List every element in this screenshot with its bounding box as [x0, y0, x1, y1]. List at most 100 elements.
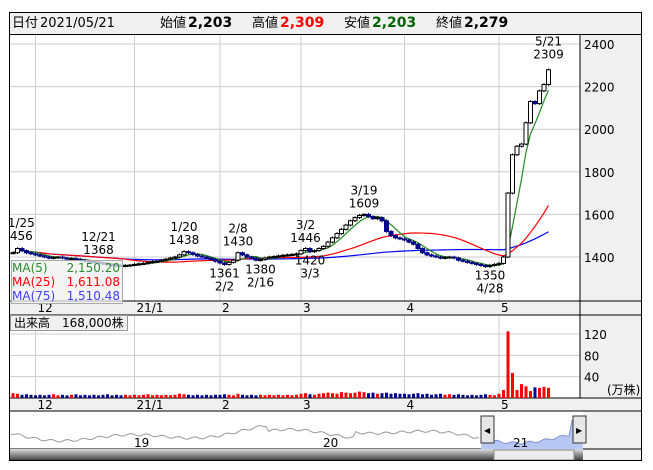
candle	[276, 255, 281, 258]
volume-bar	[124, 394, 127, 398]
legend-ma5-value: 2,150.20	[66, 261, 120, 275]
navigator-year-label: 19	[134, 436, 149, 450]
candle	[127, 264, 133, 267]
candle	[37, 254, 43, 257]
candle	[303, 247, 308, 252]
candle	[357, 214, 362, 219]
candle	[163, 258, 169, 261]
candle	[123, 265, 128, 268]
candle	[195, 253, 200, 257]
candle	[150, 261, 155, 264]
annotation-label: 3/3	[300, 267, 319, 281]
volume-bar	[515, 390, 519, 398]
volume-bar	[119, 395, 123, 398]
volume-bar	[227, 394, 231, 398]
volume-bar	[524, 386, 528, 398]
candle	[447, 256, 452, 259]
volume-bar	[61, 394, 64, 398]
candle	[172, 256, 178, 259]
candle	[523, 122, 529, 145]
legend-ma5: MA(5) 2,150.20	[12, 261, 122, 275]
ma-legend: MA(5) 2,150.20 MA(25) 1,611.08 MA(75) 1,510…	[11, 260, 123, 304]
price-tick-label: 1400	[584, 251, 615, 265]
volume-bar	[466, 395, 469, 398]
volume-bar	[259, 394, 262, 398]
volume-bar	[209, 395, 213, 398]
navigator-selected-area	[481, 417, 583, 449]
candle	[361, 213, 367, 216]
volume-bar	[115, 394, 118, 398]
candle	[420, 247, 425, 254]
candle	[217, 260, 223, 264]
volume-bar	[250, 394, 253, 398]
scrollbar-thumb[interactable]	[493, 449, 575, 460]
volume-bar	[394, 393, 397, 398]
volume-bar	[502, 390, 505, 398]
candle	[55, 256, 61, 259]
price-tick-label: 2000	[584, 123, 615, 137]
candle	[469, 261, 475, 264]
candle	[514, 145, 520, 156]
navigator-side-bg	[583, 411, 641, 460]
price-volume-chart[interactable]: 2400220020001800160014001208040(万株)12122…	[10, 13, 641, 460]
candle	[388, 230, 394, 237]
candle	[19, 247, 25, 252]
volume-bar	[178, 393, 181, 398]
candle	[240, 252, 245, 256]
volume-bar	[317, 393, 321, 398]
annotation-label: 1456	[10, 229, 33, 243]
volume-bar	[407, 394, 411, 398]
candle	[186, 251, 191, 254]
candle	[28, 252, 34, 255]
volume-bar	[173, 394, 177, 398]
candle	[168, 257, 173, 260]
volume-bar	[236, 393, 240, 398]
candle	[411, 241, 416, 245]
volume-tick-label: 40	[584, 371, 599, 385]
volume-bar	[223, 394, 226, 398]
volume-bar	[110, 395, 114, 398]
volume-bar	[488, 394, 492, 398]
volume-bar	[146, 394, 150, 398]
candle	[532, 101, 538, 105]
annotation-label: 1430	[223, 235, 254, 249]
volume-tick-label: 120	[584, 328, 607, 342]
candle	[231, 259, 236, 263]
volume-bar	[47, 394, 51, 398]
price-tick-label: 1800	[584, 166, 615, 180]
candle	[424, 252, 430, 256]
annotation-label: 12/21	[81, 230, 116, 244]
volume-bar	[367, 393, 370, 398]
candle	[456, 257, 461, 261]
price-tick-label: 1600	[584, 208, 615, 222]
candle	[528, 101, 533, 124]
candle	[546, 69, 551, 85]
navigator-year-label: 21	[513, 436, 528, 450]
volume-bar	[380, 393, 384, 398]
volume-bar	[506, 331, 510, 398]
month-label: 3	[303, 398, 311, 412]
volume-tick-label: 80	[584, 349, 599, 363]
candle	[325, 241, 331, 247]
volume-bar	[191, 395, 195, 398]
candle	[190, 252, 196, 255]
volume-bar	[11, 393, 15, 398]
volume-bar	[511, 372, 514, 398]
legend-ma75-value: 1,510.48	[66, 289, 120, 303]
annotation-label: 11/25	[10, 216, 35, 230]
legend-ma25-label: MA(25)	[12, 275, 56, 289]
navigator-year-label: 20	[323, 436, 338, 450]
volume-bar	[263, 395, 267, 398]
volume-bar	[443, 394, 447, 398]
volume-bar	[290, 395, 294, 398]
annotation-label: 1446	[290, 231, 321, 245]
volume-bar	[322, 393, 325, 398]
volume-bar	[106, 394, 109, 398]
volume-bar	[448, 394, 451, 398]
volume-bar	[529, 391, 532, 398]
legend-ma25: MA(25) 1,611.08	[12, 275, 122, 289]
candle	[348, 220, 353, 226]
volume-bar	[218, 394, 222, 398]
volume-bar	[214, 394, 217, 398]
candle	[375, 217, 380, 220]
